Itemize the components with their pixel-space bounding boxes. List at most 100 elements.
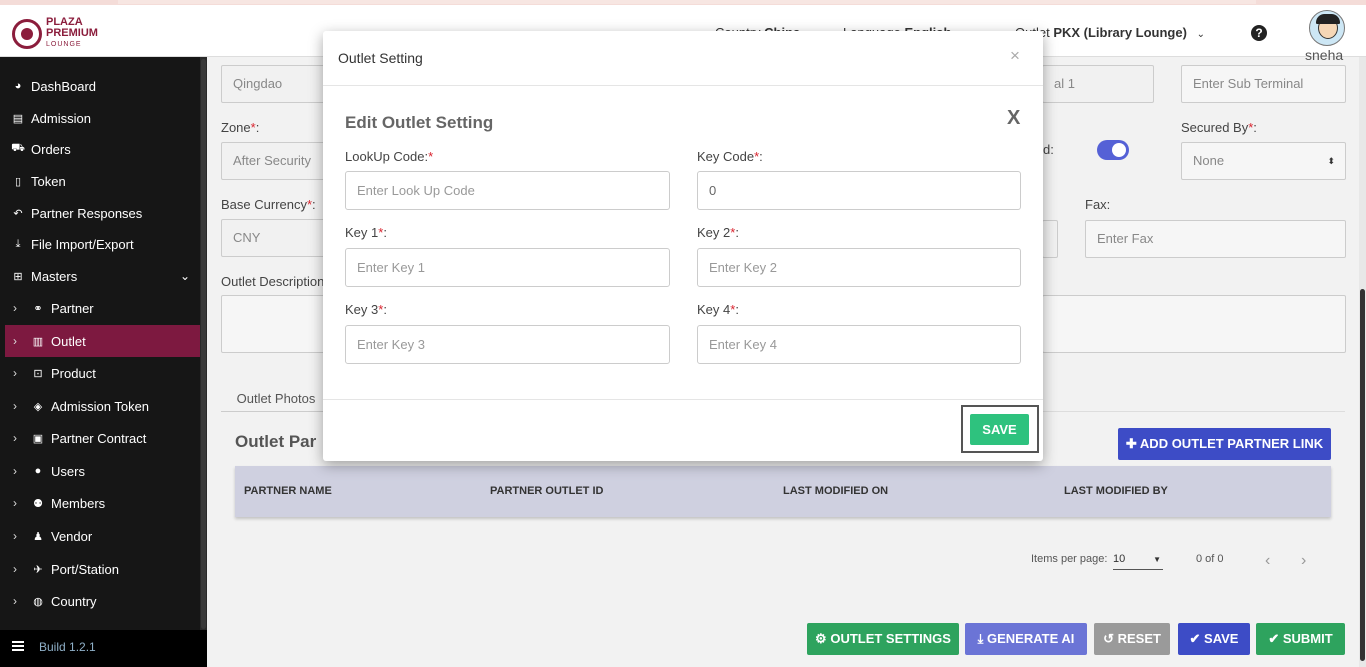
briefcase-icon: ▣ bbox=[32, 432, 44, 445]
base-currency-label: Base Currency*: bbox=[221, 197, 316, 212]
chevron-right-icon: › bbox=[13, 464, 17, 478]
save-button[interactable]: ✔ SAVE bbox=[1178, 623, 1250, 655]
tab-outlet-photos[interactable]: Outlet Photos bbox=[221, 391, 331, 412]
help-icon[interactable]: ? bbox=[1251, 25, 1267, 41]
sort-caret-icon: ⬍ bbox=[1327, 156, 1335, 166]
dashboard-icon: ◕ bbox=[14, 80, 22, 92]
sidebar-item-members[interactable]: › ⚉ Members bbox=[5, 487, 200, 519]
key4-label: Key 4*: bbox=[697, 302, 739, 317]
key4-input[interactable]: Enter Key 4 bbox=[697, 325, 1021, 364]
sidebar-item-file-import-export[interactable]: ⤓ File Import/Export bbox=[5, 228, 200, 260]
close-icon[interactable]: × bbox=[1010, 46, 1020, 66]
modal-save-button[interactable]: SAVE bbox=[970, 414, 1029, 445]
table-header: PARTNER NAME PARTNER OUTLET ID LAST MODI… bbox=[235, 466, 1331, 517]
chevron-down-icon: ⌄ bbox=[1196, 29, 1205, 40]
sub-terminal-input[interactable]: Enter Sub Terminal bbox=[1181, 65, 1346, 103]
sitemap-icon: ⊞ bbox=[13, 270, 23, 283]
column-last-modified-on: LAST MODIFIED ON bbox=[783, 485, 889, 497]
id-card-icon: ▤ bbox=[12, 112, 24, 125]
sidebar-item-masters[interactable]: ⊞ Masters ⌄ bbox=[5, 260, 200, 292]
zone-select[interactable]: After Security bbox=[221, 142, 331, 180]
chevron-right-icon: › bbox=[13, 301, 17, 315]
menu-icon[interactable] bbox=[12, 641, 24, 651]
modal-title: Outlet Setting bbox=[338, 50, 423, 66]
sidebar-item-partner[interactable]: › ⚭ Partner bbox=[5, 292, 200, 324]
generate-ai-button[interactable]: ⤓ GENERATE AI bbox=[965, 623, 1087, 655]
chevron-right-icon: › bbox=[13, 594, 17, 608]
chevron-right-icon: › bbox=[13, 562, 17, 576]
submit-button[interactable]: ✔ SUBMIT bbox=[1256, 623, 1345, 655]
key3-label: Key 3*: bbox=[345, 302, 387, 317]
sidebar-item-users[interactable]: › ● Users bbox=[5, 455, 200, 487]
sidebar-item-token[interactable]: ▯ Token bbox=[5, 165, 200, 197]
sidebar-item-product[interactable]: › ⊡ Product bbox=[5, 357, 200, 389]
outlet-selector[interactable]: Outlet PKX (Library Lounge) ⌄ bbox=[1015, 25, 1205, 40]
add-outlet-partner-link-button[interactable]: ✚ ADD OUTLET PARTNER LINK bbox=[1118, 428, 1331, 460]
handshake-icon: ⚭ bbox=[33, 302, 43, 315]
plus-icon: ✚ bbox=[1125, 436, 1137, 451]
chevron-right-icon: › bbox=[13, 399, 17, 413]
hidden-field[interactable] bbox=[1042, 220, 1058, 258]
outlet-description-textarea[interactable] bbox=[221, 295, 331, 353]
key-code-input[interactable]: 0 bbox=[697, 171, 1021, 210]
page-scrollbar[interactable] bbox=[1359, 57, 1366, 667]
fax-label: Fax: bbox=[1085, 197, 1111, 212]
fax-input[interactable]: Enter Fax bbox=[1085, 220, 1346, 258]
sidebar-item-partner-responses[interactable]: ↶ Partner Responses bbox=[5, 197, 200, 229]
caret-down-icon: ▼ bbox=[1153, 555, 1161, 564]
d-label: d: bbox=[1043, 142, 1054, 157]
sidebar-item-admission-token[interactable]: › ◈ Admission Token bbox=[5, 390, 200, 422]
key2-label: Key 2*: bbox=[697, 225, 739, 240]
brand-logo[interactable]: PLAZA PREMIUM LOUNGE bbox=[12, 17, 98, 50]
next-page-icon[interactable]: › bbox=[1301, 552, 1306, 570]
chevron-right-icon: › bbox=[13, 496, 17, 510]
terminal-field[interactable]: al 1 bbox=[1042, 65, 1154, 103]
download-icon: ⤓ bbox=[15, 237, 21, 250]
key1-label: Key 1*: bbox=[345, 225, 387, 240]
reply-icon: ↶ bbox=[13, 207, 23, 220]
sidebar-item-vendor[interactable]: › ♟ Vendor bbox=[5, 520, 200, 552]
key2-input[interactable]: Enter Key 2 bbox=[697, 248, 1021, 287]
plane-icon: ✈ bbox=[33, 563, 43, 576]
column-last-modified-by: LAST MODIFIED BY bbox=[1064, 485, 1168, 497]
outlet-description-textarea-right[interactable] bbox=[1042, 295, 1346, 353]
sidebar-item-outlet[interactable]: › ▥ Outlet bbox=[5, 325, 200, 357]
cart-icon: ⛟ bbox=[11, 142, 25, 154]
items-per-page-select[interactable]: 10 ▼ bbox=[1113, 553, 1163, 570]
key1-input[interactable]: Enter Key 1 bbox=[345, 248, 670, 287]
status-toggle[interactable] bbox=[1097, 140, 1129, 160]
section-title: Outlet Par bbox=[235, 432, 317, 451]
prev-page-icon[interactable]: ‹ bbox=[1265, 552, 1270, 570]
sidebar-item-orders[interactable]: ⛟ Orders bbox=[5, 133, 200, 165]
column-partner-outlet-id: PARTNER OUTLET ID bbox=[490, 485, 604, 497]
sidebar-item-country[interactable]: › ◍ Country bbox=[5, 585, 200, 617]
base-currency-field[interactable]: CNY bbox=[221, 219, 331, 257]
sidebar-item-partner-contract[interactable]: › ▣ Partner Contract bbox=[5, 422, 200, 454]
range-label: 0 of 0 bbox=[1196, 553, 1224, 565]
column-partner-name: PARTNER NAME bbox=[244, 485, 332, 497]
sidebar-item-port-station[interactable]: › ✈ Port/Station bbox=[5, 553, 200, 585]
modal-subtitle: Edit Outlet Setting bbox=[345, 113, 494, 132]
globe-icon: ◍ bbox=[33, 595, 43, 608]
sidebar: ◕ DashBoard ▤ Admission ⛟ Orders ▯ Token… bbox=[0, 57, 207, 667]
file-icon: ▯ bbox=[14, 175, 22, 188]
city-field[interactable]: Qingdao bbox=[221, 65, 331, 103]
modal-header: Outlet Setting × bbox=[323, 31, 1043, 86]
sidebar-item-admission[interactable]: ▤ Admission bbox=[5, 102, 200, 134]
check-icon: ✔ bbox=[1268, 631, 1280, 646]
outlet-setting-modal: Outlet Setting × Edit Outlet Setting X L… bbox=[323, 31, 1043, 461]
avatar[interactable] bbox=[1309, 10, 1345, 46]
sidebar-item-dashboard[interactable]: ◕ DashBoard bbox=[5, 70, 200, 102]
chevron-right-icon: › bbox=[13, 529, 17, 543]
building-icon: ▥ bbox=[32, 335, 44, 348]
lookup-code-input[interactable]: Enter Look Up Code bbox=[345, 171, 670, 210]
chevron-right-icon: › bbox=[13, 366, 17, 380]
lookup-code-label: LookUp Code:* bbox=[345, 149, 434, 164]
secured-by-select[interactable]: None ⬍ bbox=[1181, 142, 1346, 180]
build-version: Build 1.2.1 bbox=[39, 640, 96, 654]
reset-button[interactable]: ↺ RESET bbox=[1094, 623, 1170, 655]
close-x-icon[interactable]: X bbox=[1007, 107, 1020, 130]
outlet-settings-button[interactable]: ⚙ OUTLET SETTINGS bbox=[807, 623, 959, 655]
user-icon: ● bbox=[34, 465, 42, 477]
key3-input[interactable]: Enter Key 3 bbox=[345, 325, 670, 364]
